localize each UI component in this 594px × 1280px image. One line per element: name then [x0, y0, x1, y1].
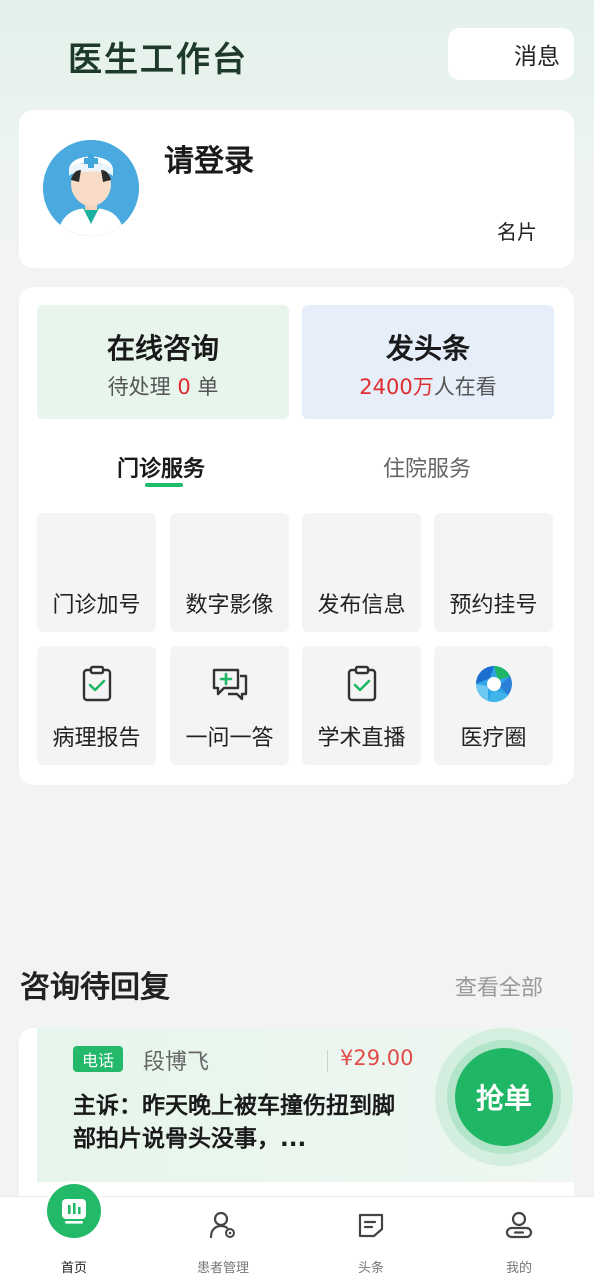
grid-item-pathology-report[interactable]: 病理报告 — [37, 646, 156, 765]
tabbar-item-home[interactable]: 首页 — [14, 1181, 134, 1280]
online-consult-subtitle: 待处理 0 单 — [107, 375, 219, 399]
tabbar-label: 头条 — [357, 1261, 384, 1276]
grid-item-qa[interactable]: 一问一答 — [170, 646, 289, 765]
divider — [327, 1050, 328, 1072]
chat-plus-icon — [212, 668, 248, 701]
grid-item-label: 医疗圈 — [460, 726, 527, 751]
grab-order-ring: 抢单 — [435, 1028, 573, 1166]
grid-item-label: 数字影像 — [185, 593, 274, 618]
tab-inpatient[interactable]: 住院服务 — [383, 451, 471, 483]
chart-icon — [62, 1199, 86, 1224]
patient-name: 段博飞 — [143, 1050, 210, 1075]
tab-outpatient[interactable]: 门诊服务 — [117, 451, 205, 483]
service-panel: 在线咨询 待处理 0 单 发头条 2400万人在看 门诊服务 住院服务 门诊加号… — [19, 287, 574, 785]
grid-item-digital-imaging[interactable]: 数字影像 — [170, 513, 289, 632]
bottom-tab-bar: 首页 患者管理 头条 我的 — [0, 1181, 594, 1280]
doctor-avatar[interactable] — [43, 140, 139, 236]
profile-card[interactable]: 请登录 名片 — [19, 110, 574, 268]
chief-complaint: 主诉：昨天晚上被车撞伤扭到脚部拍片说骨头没事，... — [73, 1093, 395, 1152]
grid-item-outpatient-addon[interactable]: 门诊加号 — [37, 513, 156, 632]
tabbar-label: 患者管理 — [196, 1261, 249, 1276]
grid-item-label: 预约挂号 — [449, 593, 538, 618]
view-all-link[interactable]: 查看全部 — [455, 970, 543, 1002]
grid-item-academic-live[interactable]: 学术直播 — [302, 646, 421, 765]
viewer-count: 2400万 — [359, 375, 434, 399]
grid-item-label: 发布信息 — [317, 593, 406, 618]
online-consult-title: 在线咨询 — [106, 332, 219, 365]
online-consult-tile[interactable]: 在线咨询 待处理 0 单 — [37, 305, 289, 419]
tabbar-item-news[interactable]: 头条 — [311, 1197, 431, 1280]
consult-type-badge: 电话 — [73, 1046, 123, 1072]
messages-button[interactable]: 消息 — [448, 28, 574, 80]
grab-order-button[interactable]: 抢单 — [455, 1048, 553, 1146]
page-title: 医生工作台 — [68, 40, 248, 80]
pending-section-title: 咨询待回复 — [20, 970, 170, 1005]
post-news-title: 发头条 — [385, 332, 470, 365]
consult-order-card[interactable]: 电话 段博飞 ¥29.00 主诉：昨天晚上被车撞伤扭到脚部拍片说骨头没事，...… — [19, 1028, 574, 1208]
login-prompt[interactable]: 请登录 — [164, 136, 254, 180]
grid-item-medical-circle[interactable]: 医疗圈 — [434, 646, 553, 765]
post-news-tile[interactable]: 发头条 2400万人在看 — [302, 305, 554, 419]
grid-item-label: 一问一答 — [185, 726, 274, 751]
grid-item-appointment[interactable]: 预约挂号 — [434, 513, 553, 632]
post-news-subtitle: 2400万人在看 — [359, 375, 497, 399]
tabbar-label: 我的 — [505, 1261, 532, 1276]
profile-icon — [505, 1211, 533, 1239]
order-card-body: 电话 段博飞 ¥29.00 主诉：昨天晚上被车撞伤扭到脚部拍片说骨头没事，...… — [37, 1028, 574, 1182]
clipboard-check-icon — [347, 665, 377, 702]
pending-count: 0 — [177, 375, 191, 399]
tabbar-item-patients[interactable]: 患者管理 — [163, 1197, 283, 1280]
grid-item-label: 学术直播 — [317, 726, 406, 751]
grid-item-label: 病理报告 — [52, 726, 141, 751]
camera-lens-icon — [475, 666, 512, 702]
patient-manage-icon — [209, 1211, 235, 1239]
active-tab-indicator — [145, 483, 183, 487]
tabbar-label: 首页 — [60, 1261, 87, 1276]
grid-item-publish-info[interactable]: 发布信息 — [302, 513, 421, 632]
news-icon — [358, 1213, 384, 1238]
tabbar-item-me[interactable]: 我的 — [459, 1197, 579, 1280]
order-price: ¥29.00 — [340, 1046, 414, 1070]
home-icon-bubble — [44, 1181, 104, 1241]
grid-item-label: 门诊加号 — [52, 593, 141, 618]
business-card-link[interactable]: 名片 — [497, 216, 537, 245]
clipboard-check-icon — [82, 665, 112, 702]
